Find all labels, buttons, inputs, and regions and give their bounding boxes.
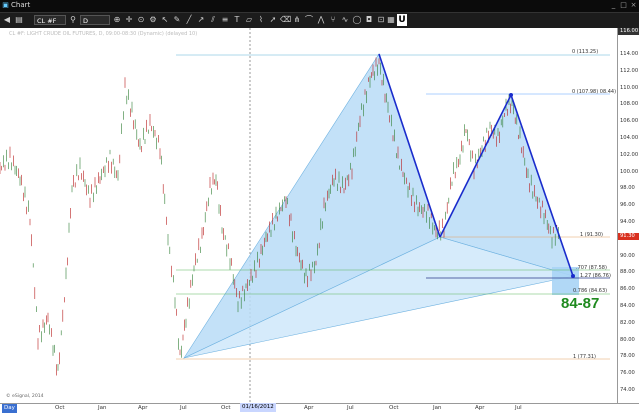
fib-label-1-x: 1 (77.31) xyxy=(573,354,596,360)
x-tick-label: Jul xyxy=(515,405,522,411)
interval-select[interactable]: D xyxy=(80,15,110,25)
gear-icon[interactable]: ⚙ xyxy=(148,15,158,25)
y-tick-label: 90.00 xyxy=(620,252,635,259)
link-icon[interactable]: ▤ xyxy=(14,15,24,25)
shape-icon[interactable]: ▱ xyxy=(244,15,254,25)
line-icon[interactable]: ╱ xyxy=(184,15,194,25)
pitchfork-icon[interactable]: ⑂ xyxy=(328,15,338,25)
x-tick-label: Jul xyxy=(347,405,354,411)
y-tick-label: 96.00 xyxy=(620,202,635,209)
top-price-label: 116.00 xyxy=(618,28,639,35)
fibonacci-icon[interactable]: ≡ xyxy=(220,15,230,25)
cursor-icon[interactable]: ↖ xyxy=(160,15,170,25)
y-tick-label: 74.00 xyxy=(620,387,635,393)
fib-label-0-top: 0 (113.25) xyxy=(572,49,599,55)
text-icon[interactable]: T xyxy=(232,15,242,25)
u-button[interactable]: U xyxy=(397,14,407,26)
y-tick-label: 94.00 xyxy=(620,219,635,225)
arrow-icon[interactable]: ➚ xyxy=(268,15,278,25)
y-tick-label: 82.00 xyxy=(620,319,635,326)
camera-icon[interactable]: ◘ xyxy=(364,15,374,25)
y-tick-label: 102.00 xyxy=(620,151,639,158)
y-tick-label: 88.00 xyxy=(620,269,635,276)
window-title: Chart xyxy=(11,1,31,9)
x-tick-label: Jan xyxy=(98,405,107,411)
fib-label-707: .707 (87.58) xyxy=(576,265,607,271)
date-marker: 01/16/2012 xyxy=(240,403,276,412)
eraser-icon[interactable]: ⌫ xyxy=(280,15,291,25)
fib-label-127: 1.27 (86.76) xyxy=(580,273,611,279)
measure-icon[interactable]: ⌇ xyxy=(256,15,266,25)
trend-icon[interactable]: ↗ xyxy=(196,15,206,25)
maximize-button[interactable]: □ xyxy=(619,1,628,10)
fib-label-786: 0.786 (84.63) xyxy=(573,288,608,294)
y-tick-label: 112.00 xyxy=(620,67,639,74)
y-tick-label: 104.00 xyxy=(620,135,639,141)
chart-plot-area[interactable]: CL #F: LIGHT CRUDE OIL FUTURES, D, 09:00… xyxy=(0,28,617,403)
y-tick-label: 108.00 xyxy=(620,101,639,108)
current-price-label: 91.30 xyxy=(618,233,639,240)
y-tick-label: 98.00 xyxy=(620,185,635,192)
chart-window: ▣ Chart _ □ × CL #F D ◀ ▤ ⚲ ⊕ ✛ ⊙ ⚙ ↖ ✎ … xyxy=(0,0,639,415)
period-button[interactable]: Day xyxy=(2,404,17,413)
y-tick-label: 114.00 xyxy=(620,51,639,57)
pencil-icon[interactable]: ✎ xyxy=(172,15,182,25)
wave-icon[interactable]: ∿ xyxy=(340,15,350,25)
minimize-button[interactable]: _ xyxy=(609,1,618,10)
lock-icon[interactable]: ⊡ xyxy=(376,15,386,25)
magnet-icon[interactable]: ⋔ xyxy=(292,15,302,25)
app-icon: ▣ xyxy=(2,1,9,9)
x-tick-label: Jul xyxy=(180,405,187,411)
x-tick-label: Apr xyxy=(304,405,314,411)
y-tick-label: 84.00 xyxy=(620,303,635,309)
x-tick-label: Jan xyxy=(433,405,442,411)
target-annotation: 84-87 xyxy=(561,295,600,312)
pattern-point-d xyxy=(571,274,575,278)
y-tick-label: 100.00 xyxy=(620,168,639,175)
x-tick-label: Oct xyxy=(55,405,65,411)
zigzag-icon[interactable]: ⋀ xyxy=(316,15,326,25)
copyright-text: © eSignal, 2014 xyxy=(6,394,44,399)
x-tick-label: Apr xyxy=(475,405,485,411)
close-button[interactable]: × xyxy=(629,1,638,10)
crosshair-icon[interactable]: ✛ xyxy=(124,15,134,25)
price-axis[interactable]: 114.00 112.00 110.00 108.00 106.00 104.00 102.… xyxy=(617,28,639,403)
y-tick-label: 110.00 xyxy=(620,84,639,91)
time-axis[interactable]: Oct Jan Apr Jul Oct Apr Jul Oct Jan Apr Jul xyxy=(0,403,639,415)
zoom-icon[interactable]: ⊙ xyxy=(136,15,146,25)
brush-icon[interactable]: ⌒ xyxy=(304,15,314,25)
ellipse-icon[interactable]: ◯ xyxy=(352,15,362,25)
x-tick-label: Oct xyxy=(221,405,231,411)
fib-label-1-b: 1 (91.30) xyxy=(580,232,603,238)
toolbar: CL #F D ◀ ▤ ⚲ ⊕ ✛ ⊙ ⚙ ↖ ✎ ╱ ↗ ⫽ ≡ T ▱ ⌇ … xyxy=(0,13,639,29)
add-study-icon[interactable]: ⊕ xyxy=(112,15,122,25)
symbol-menu-icon[interactable]: ⚲ xyxy=(68,15,78,25)
y-tick-label: 86.00 xyxy=(620,286,635,293)
menu-icon[interactable]: ◀ xyxy=(2,15,12,25)
channel-icon[interactable]: ⫽ xyxy=(208,15,218,25)
y-tick-label: 78.00 xyxy=(620,353,635,360)
x-tick-label: Apr xyxy=(138,405,148,411)
title-bar: ▣ Chart _ □ × xyxy=(0,0,639,13)
chart-canvas xyxy=(0,28,610,403)
fib-label-0-c: 0 (107.98) 08.44) xyxy=(572,89,617,95)
y-tick-label: 76.00 xyxy=(620,370,635,377)
grid-icon[interactable]: ▦ xyxy=(386,15,396,25)
y-tick-label: 80.00 xyxy=(620,336,635,343)
x-tick-label: Oct xyxy=(389,405,399,411)
symbol-input[interactable]: CL #F xyxy=(34,15,66,25)
y-tick-label: 106.00 xyxy=(620,118,639,125)
pattern-point-c xyxy=(509,93,513,97)
